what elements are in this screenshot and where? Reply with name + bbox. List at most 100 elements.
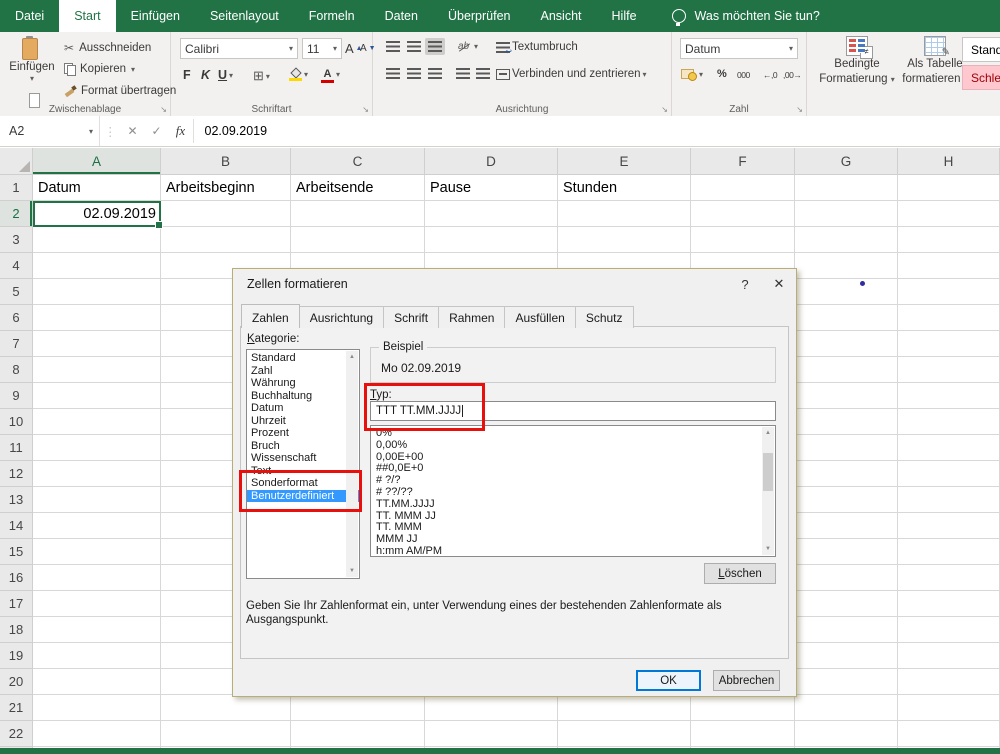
name-box[interactable]: A2 ▾ [0, 116, 100, 146]
row-header-9[interactable]: 9 [0, 383, 32, 409]
column-header-b[interactable]: B [161, 148, 291, 174]
number-format-select[interactable]: Datum ▾ [680, 38, 798, 59]
cancel-button[interactable]: Abbrechen [713, 670, 780, 691]
category-item[interactable]: Bruch [247, 440, 359, 453]
align-right-button[interactable] [425, 65, 445, 82]
row-header-1[interactable]: 1 [0, 175, 32, 201]
tab-ueberpruefen[interactable]: Überprüfen [433, 0, 526, 32]
close-icon[interactable]: ✕ [762, 269, 796, 299]
formula-bar-grip[interactable]: ⋮ [100, 116, 121, 146]
column-header-d[interactable]: D [425, 148, 558, 174]
format-item[interactable]: h:mm AM/PM [376, 546, 775, 558]
cell-d1[interactable]: Pause [425, 175, 558, 201]
row-header-15[interactable]: 15 [0, 539, 32, 565]
type-input[interactable]: TTT TT.MM.JJJJ [370, 401, 776, 421]
row-header-16[interactable]: 16 [0, 565, 32, 591]
format-item[interactable]: TT.MM.JJJJ [376, 499, 775, 511]
conditional-formatting-button[interactable]: ≠ Bedingte Formatierung ▾ [817, 36, 897, 86]
chevron-down-icon[interactable]: ▾ [30, 74, 34, 83]
category-listbox[interactable]: Standard Zahl Währung Buchhaltung Datum … [246, 349, 360, 579]
chevron-down-icon[interactable]: ▾ [699, 70, 703, 79]
chevron-down-icon[interactable]: ▾ [266, 72, 270, 81]
category-item[interactable]: Standard [247, 352, 359, 365]
cut-button[interactable]: ✂ Ausschneiden [64, 41, 151, 55]
comma-style-button[interactable]: 000 [734, 67, 753, 83]
category-item[interactable]: Währung [247, 377, 359, 390]
fill-handle[interactable] [155, 221, 163, 229]
format-item[interactable]: # ?/? [376, 475, 775, 487]
format-item[interactable]: 0,00E+00 [376, 452, 775, 464]
fill-color-button[interactable]: ▾ [289, 68, 308, 81]
copy-button[interactable]: Kopieren ▾ [64, 63, 135, 75]
font-name-select[interactable]: Calibri ▾ [180, 38, 298, 59]
tab-seitenlayout[interactable]: Seitenlayout [195, 0, 294, 32]
chevron-down-icon[interactable]: ▾ [131, 65, 135, 74]
row-header-22[interactable]: 22 [0, 721, 32, 747]
confirm-entry-button[interactable]: ✓ [145, 116, 169, 146]
tab-einfuegen[interactable]: Einfügen [116, 0, 195, 32]
row-header-10[interactable]: 10 [0, 409, 32, 435]
active-cell-selection[interactable] [33, 201, 161, 227]
row-header-8[interactable]: 8 [0, 357, 32, 383]
row-header-13[interactable]: 13 [0, 487, 32, 513]
category-item[interactable]: Datum [247, 402, 359, 415]
delete-button[interactable]: Löschen [704, 563, 776, 584]
cell-e1[interactable]: Stunden [558, 175, 691, 201]
row-header-17[interactable]: 17 [0, 591, 32, 617]
column-header-h[interactable]: H [898, 148, 1000, 174]
tab-rahmen[interactable]: Rahmen [438, 306, 505, 328]
align-left-button[interactable] [383, 65, 403, 82]
align-center-button[interactable] [404, 65, 424, 82]
scroll-up-icon[interactable]: ▲ [346, 351, 358, 363]
tab-ausfuellen[interactable]: Ausfüllen [504, 306, 575, 328]
chevron-down-icon[interactable]: ▾ [289, 44, 293, 53]
chevron-down-icon[interactable]: ▾ [789, 44, 793, 53]
chevron-down-icon[interactable]: ▾ [333, 44, 337, 53]
column-header-a[interactable]: A [33, 148, 161, 174]
chevron-down-icon[interactable]: ▾ [304, 70, 308, 79]
cell-a1[interactable]: Datum [33, 175, 161, 201]
cell-c1[interactable]: Arbeitsende [291, 175, 425, 201]
row-header-3[interactable]: 3 [0, 227, 32, 253]
row-header-6[interactable]: 6 [0, 305, 32, 331]
tab-hilfe[interactable]: Hilfe [597, 0, 652, 32]
font-color-button[interactable]: A ▾ [321, 68, 340, 80]
scroll-up-icon[interactable]: ▲ [762, 427, 774, 439]
column-header-f[interactable]: F [691, 148, 795, 174]
accounting-format-button[interactable]: ▾ [678, 65, 706, 84]
scroll-down-icon[interactable]: ▼ [346, 565, 358, 577]
tab-ansicht[interactable]: Ansicht [526, 0, 597, 32]
italic-button[interactable]: K [201, 68, 210, 82]
borders-button[interactable]: ⊞ ▾ [253, 68, 270, 84]
tab-schrift[interactable]: Schrift [383, 306, 439, 328]
category-scrollbar[interactable]: ▲ ▼ [346, 351, 358, 577]
format-item[interactable]: ##0,0E+0 [376, 463, 775, 475]
category-item[interactable]: Zahl [247, 365, 359, 378]
percent-style-button[interactable]: % [714, 65, 730, 83]
tab-ausrichtung[interactable]: Ausrichtung [299, 306, 384, 328]
dialog-launcher-icon[interactable]: ↘ [362, 105, 369, 114]
align-bottom-button[interactable] [425, 38, 445, 55]
cancel-entry-button[interactable]: ✕ [121, 116, 145, 146]
dialog-launcher-icon[interactable]: ↘ [796, 105, 803, 114]
cell-style-standard[interactable]: Standard [962, 37, 1000, 62]
category-item-selected[interactable]: Benutzerdefiniert [247, 490, 359, 503]
category-item[interactable]: Sonderformat [247, 477, 359, 490]
chevron-down-icon[interactable]: ▾ [89, 127, 93, 136]
formula-input[interactable]: 02.09.2019 [194, 116, 1000, 146]
row-header-18[interactable]: 18 [0, 617, 32, 643]
wrap-text-button[interactable]: Textumbruch [493, 38, 581, 56]
category-item[interactable]: Wissenschaft [247, 452, 359, 465]
format-listbox[interactable]: 0% 0,00% 0,00E+00 ##0,0E+0 # ?/? # ??/??… [370, 425, 776, 557]
paste-button[interactable]: Einfügen ▾ [6, 36, 58, 100]
row-header-4[interactable]: 4 [0, 253, 32, 279]
merge-center-button[interactable]: Verbinden und zentrieren ▾ [493, 65, 650, 83]
row-header-2[interactable]: 2 [0, 201, 32, 227]
chevron-down-icon[interactable]: ▾ [229, 71, 233, 80]
format-painter-button[interactable]: Format übertragen [64, 85, 176, 97]
category-item[interactable]: Buchhaltung [247, 390, 359, 403]
row-header-19[interactable]: 19 [0, 643, 32, 669]
scrollbar-thumb[interactable] [763, 453, 773, 491]
increase-decimal-button[interactable]: ←,0 [760, 67, 780, 83]
scroll-down-icon[interactable]: ▼ [762, 543, 774, 555]
